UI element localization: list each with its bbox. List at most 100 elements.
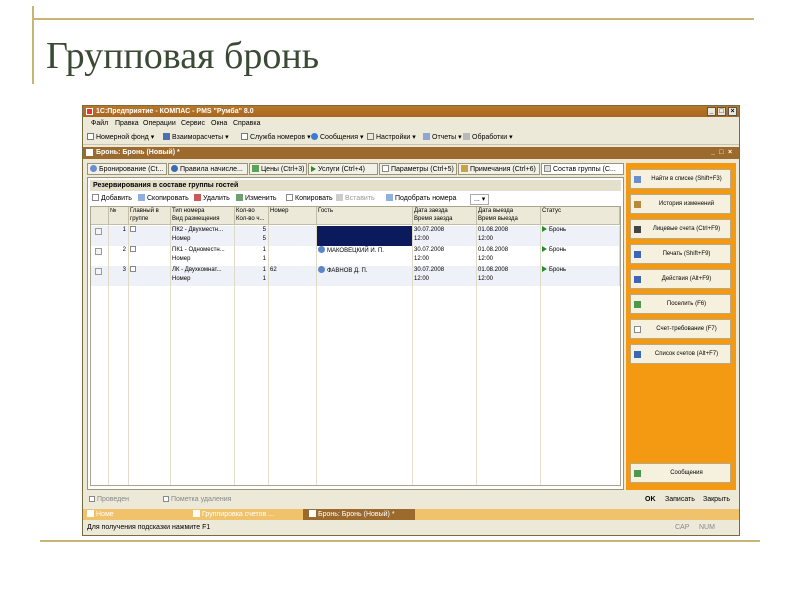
tab-services[interactable]: Услуги (Ctrl+4): [308, 163, 378, 175]
accounts-list-icon: [634, 351, 641, 358]
add-button[interactable]: Добавить: [92, 193, 132, 205]
slide-bottom-rule: [40, 540, 760, 542]
row-doc-icon: [95, 268, 102, 275]
menu-edit[interactable]: Правка: [115, 118, 139, 130]
slide-left-rule: [32, 6, 34, 84]
tab-prices[interactable]: Цены (Ctrl+3): [249, 163, 307, 175]
window-titlebar: 1С:Предприятие - КОМПАС - PMS "Румба" 8.…: [83, 106, 739, 117]
edit-button[interactable]: Изменить: [236, 193, 277, 205]
tab-notes[interactable]: Примечания (Ctrl+6): [458, 163, 540, 175]
copy-button[interactable]: Копировать: [286, 193, 333, 205]
save-button[interactable]: Записать: [665, 494, 695, 506]
col-header-number[interactable]: №: [109, 207, 129, 225]
history-button[interactable]: История изменений: [630, 194, 731, 214]
minimize-icon[interactable]: _: [707, 107, 716, 116]
close-button[interactable]: Закрыть: [703, 494, 730, 506]
settings-icon: [367, 133, 374, 140]
reservations-table: № Главный в группе Тип номера Вид размещен…: [90, 206, 621, 486]
table-row[interactable]: 1 ПК2 - Двухместн... Номер 55 30.07.2008 1…: [91, 226, 620, 246]
toolbar-processing[interactable]: Обработки ▾: [463, 131, 513, 144]
toolbar-reports[interactable]: Отчеты ▾: [423, 131, 462, 144]
col-header-room[interactable]: Номер: [269, 207, 317, 225]
taskbar-item[interactable]: Группировка счетов ...: [193, 509, 274, 520]
tab-booking[interactable]: Бронирование (Ct...: [87, 163, 167, 175]
invoice-request-button[interactable]: Счет-требование (F7): [630, 319, 731, 339]
processing-icon: [463, 133, 470, 140]
folio-accounts-button[interactable]: Лицевые счета (Ctrl+F9): [630, 219, 731, 239]
status-play-icon: [542, 266, 547, 272]
doc-minimize-icon[interactable]: _: [711, 147, 715, 159]
select-rooms-button[interactable]: Подобрать номера: [386, 193, 456, 205]
form-tabs: Бронирование (Ct... Правила начисле... Ц…: [87, 163, 624, 176]
room-fund-icon: [87, 133, 94, 140]
copy-icon: [286, 194, 293, 201]
toolbar-settings[interactable]: Настройки ▾: [367, 131, 416, 144]
prices-icon: [252, 165, 259, 172]
find-in-list-button[interactable]: Найти в списке (Shift+F3): [630, 169, 731, 189]
doc-close-icon[interactable]: ×: [728, 147, 732, 159]
main-guest-checkbox[interactable]: [130, 226, 136, 232]
parameters-icon: [382, 165, 389, 172]
document-title: Бронь: Бронь (Новый) *: [96, 149, 180, 156]
toolbar-room-fund[interactable]: Номерной фонд ▾: [87, 131, 154, 144]
col-header-guest[interactable]: Гость: [317, 207, 413, 225]
document-icon: [86, 149, 93, 156]
slide-title: Групповая бронь: [46, 35, 320, 77]
col-header-main[interactable]: Главный в группе: [129, 207, 171, 225]
col-header-arrival[interactable]: Дата заезда Время заезда: [413, 207, 477, 225]
status-hint: Для получения подсказки нажмите F1: [87, 524, 211, 531]
main-guest-checkbox[interactable]: [130, 246, 136, 252]
main-guest-checkbox[interactable]: [130, 266, 136, 272]
form-footer: Проведен Пометка удаления OK Записать За…: [83, 494, 739, 506]
table-row[interactable]: 2 ПК1 - Одноместн... Номер 11 МАКОВЕЦКИЙ …: [91, 246, 620, 266]
delete-button[interactable]: Удалить: [194, 193, 230, 205]
close-icon[interactable]: ×: [728, 107, 737, 116]
col-header-qty[interactable]: Кол-во Кол-во ч...: [235, 207, 269, 225]
num-indicator: NUM: [699, 524, 715, 531]
more-button[interactable]: ... ▾: [470, 194, 490, 205]
copy-row-button[interactable]: Скопировать: [138, 193, 189, 205]
main-toolbar: Номерной фонд ▾ Взаиморасчеты ▾ Служба н…: [83, 131, 739, 145]
menu-bar: Файл Правка Операции Сервис Окна Справка: [83, 118, 739, 130]
toolbar-messages[interactable]: Сообщения ▾: [311, 131, 363, 144]
deletion-mark-checkbox[interactable]: Пометка удаления: [163, 494, 231, 506]
actions-button[interactable]: Действия (Alt+F9): [630, 269, 731, 289]
status-play-icon: [542, 226, 547, 232]
print-button[interactable]: Печать (Shift+F9): [630, 244, 731, 264]
col-header-status[interactable]: Статус: [541, 207, 620, 225]
doc-restore-icon[interactable]: □: [719, 147, 723, 159]
table-row[interactable]: 3 ЛК - Двухкомнат... Номер 11 62 ФАВНОВ Д…: [91, 266, 620, 286]
window-icon: [193, 510, 200, 517]
window-taskbar: Номе Группировка счетов ... Бронь: Бронь…: [83, 509, 739, 520]
caps-indicator: CAP: [675, 524, 690, 531]
toolbar-settlements[interactable]: Взаиморасчеты ▾: [163, 131, 229, 144]
actions-panel: Найти в списке (Shift+F3) История измене…: [626, 163, 736, 490]
tab-group-members[interactable]: Состав группы (C...: [541, 163, 624, 175]
menu-service[interactable]: Сервис: [181, 118, 205, 130]
accounts-list-button[interactable]: Список счетов (Alt+F7): [630, 344, 731, 364]
guest-icon: [318, 266, 325, 273]
ok-button[interactable]: OK: [645, 494, 656, 506]
menu-windows[interactable]: Окна: [211, 118, 227, 130]
print-icon: [634, 251, 641, 258]
toolbar-room-service[interactable]: Служба номеров ▾: [241, 131, 311, 144]
taskbar-item[interactable]: Номе: [87, 509, 114, 520]
messages-icon: [634, 470, 641, 477]
messages-button[interactable]: Сообщения: [630, 463, 731, 483]
menu-file[interactable]: Файл: [91, 118, 108, 130]
paste-button[interactable]: Вставить: [336, 193, 375, 205]
check-in-icon: [634, 301, 641, 308]
col-header-departure[interactable]: Дата выезда Время выезда: [477, 207, 541, 225]
posted-checkbox[interactable]: Проведен: [89, 494, 129, 506]
group-members-panel: Резервирования в составе группы гостей Д…: [87, 177, 624, 490]
tab-charge-rules[interactable]: Правила начисле...: [168, 163, 248, 175]
settlements-icon: [163, 133, 170, 140]
tab-parameters[interactable]: Параметры (Ctrl+5): [379, 163, 457, 175]
menu-help[interactable]: Справка: [233, 118, 260, 130]
col-header-room-type[interactable]: Тип номера Вид размещения: [171, 207, 235, 225]
check-in-button[interactable]: Поселить (F6): [630, 294, 731, 314]
maximize-icon[interactable]: □: [717, 107, 726, 116]
menu-operations[interactable]: Операции: [143, 118, 176, 130]
taskbar-item-active[interactable]: Бронь: Бронь (Новый) *: [303, 509, 415, 520]
selected-guest-cell[interactable]: [317, 226, 413, 246]
